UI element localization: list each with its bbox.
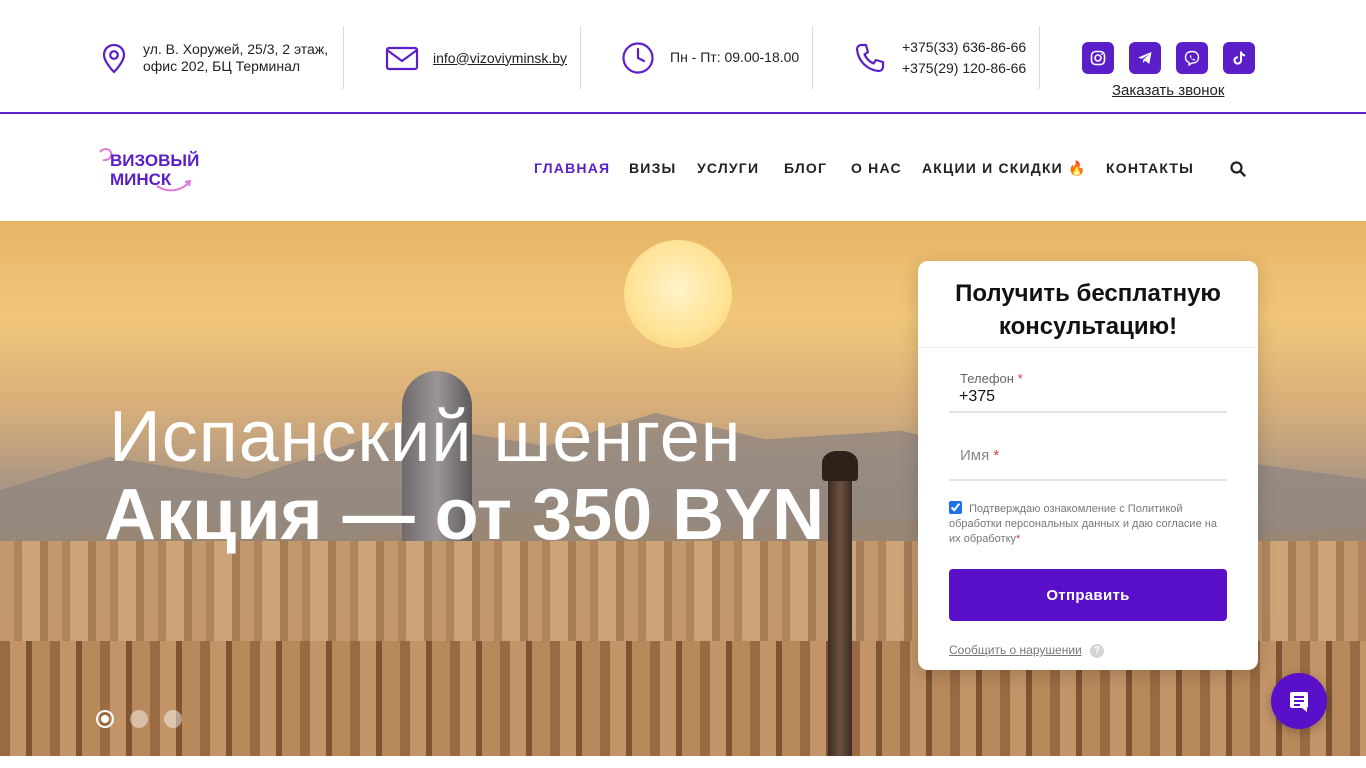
viber-button[interactable] <box>1176 42 1208 74</box>
divider <box>812 26 813 89</box>
name-label: Имя * <box>960 447 999 464</box>
consultation-form: Получить бесплатную консультацию! Телефо… <box>918 261 1258 670</box>
nav-item-visas[interactable]: ВИЗЫ <box>629 160 676 176</box>
hero-background-sun <box>624 240 732 348</box>
slider-dot-2[interactable] <box>130 710 148 728</box>
phone-label: Телефон * <box>960 371 1023 386</box>
email-link[interactable]: info@vizoviyminsk.by <box>433 50 567 66</box>
callback-link[interactable]: Заказать звонок <box>1112 82 1224 99</box>
phone-2-link[interactable]: +375(29) 120-86-66 <box>902 58 1026 79</box>
logo-line-1: ВИЗОВЫЙ <box>110 151 199 170</box>
divider <box>343 26 344 89</box>
logo-line-2: МИНСК <box>110 170 172 189</box>
divider <box>1039 26 1040 89</box>
hero-background-column <box>828 461 852 756</box>
name-field[interactable]: Имя * <box>949 433 1227 481</box>
form-title: Получить бесплатную консультацию! <box>955 280 1221 340</box>
phone-1-link[interactable]: +375(33) 636-86-66 <box>902 37 1026 58</box>
main-navbar: ВИЗОВЫЙ МИНСК ГЛАВНАЯ ВИЗЫ УСЛУГИ БЛОГ О… <box>0 116 1366 221</box>
form-divider <box>918 347 1258 348</box>
phones-block: +375(33) 636-86-66 +375(29) 120-86-66 <box>853 26 1026 89</box>
hero-background-statue <box>822 451 858 481</box>
viber-icon <box>1184 50 1200 66</box>
location-pin-icon <box>97 41 131 75</box>
hero-subtitle: Акция — от 350 BYN <box>104 475 825 555</box>
instagram-icon <box>1090 50 1106 66</box>
address-line-1: ул. В. Хоружей, 25/3, 2 этаж, <box>143 40 329 57</box>
social-links <box>1082 42 1255 74</box>
submit-button[interactable]: Отправить <box>949 569 1227 621</box>
phone-input-value[interactable]: +375 <box>959 388 995 406</box>
telegram-icon <box>1138 52 1152 64</box>
name-label-text: Имя <box>960 447 990 464</box>
required-mark: * <box>1016 533 1021 545</box>
telegram-button[interactable] <box>1129 42 1161 74</box>
chat-widget-button[interactable] <box>1271 673 1327 729</box>
envelope-icon <box>385 41 419 75</box>
nav-item-contacts[interactable]: КОНТАКТЫ <box>1106 160 1194 176</box>
phone-label-text: Телефон <box>960 371 1014 386</box>
clock-icon <box>621 41 655 75</box>
address-line-2: офис 202, БЦ Терминал <box>143 57 301 74</box>
required-mark: * <box>993 447 1000 464</box>
consent-block: Подтверждаю ознакомление с Политикой обр… <box>949 501 1231 547</box>
divider <box>580 26 581 89</box>
tiktok-icon <box>1233 51 1245 65</box>
consent-checkbox[interactable] <box>949 501 962 514</box>
hero-title: Испанский шенген <box>109 397 742 477</box>
slider-pagination <box>96 710 182 728</box>
phone-field[interactable]: Телефон * +375 <box>949 367 1227 413</box>
phone-icon <box>853 41 887 75</box>
email-block: info@vizoviyminsk.by <box>385 26 567 89</box>
tiktok-button[interactable] <box>1223 42 1255 74</box>
report-violation-link[interactable]: Сообщить о нарушении <box>949 643 1082 657</box>
logo-mark: ВИЗОВЫЙ МИНСК <box>99 148 199 192</box>
nav-item-promotions[interactable]: АКЦИИ И СКИДКИ 🔥 <box>922 160 1087 177</box>
site-logo[interactable]: ВИЗОВЫЙ МИНСК <box>97 144 209 194</box>
help-icon[interactable]: ? <box>1090 644 1104 658</box>
slider-dot-1[interactable] <box>96 710 114 728</box>
top-info-bar: ул. В. Хоружей, 25/3, 2 этаж, офис 202, … <box>0 0 1366 114</box>
address-text: ул. В. Хоружей, 25/3, 2 этаж, офис 202, … <box>143 41 328 75</box>
required-mark: * <box>1017 371 1023 386</box>
instagram-button[interactable] <box>1082 42 1114 74</box>
nav-item-services[interactable]: УСЛУГИ <box>697 160 759 176</box>
address-block: ул. В. Хоружей, 25/3, 2 этаж, офис 202, … <box>97 26 328 89</box>
chat-icon <box>1290 692 1308 712</box>
hours-block: Пн - Пт: 09.00-18.00 <box>621 26 799 89</box>
slider-dot-3[interactable] <box>164 710 182 728</box>
phones-text: +375(33) 636-86-66 +375(29) 120-86-66 <box>902 37 1026 79</box>
consent-text: Подтверждаю ознакомление с Политикой обр… <box>949 503 1217 545</box>
hours-text: Пн - Пт: 09.00-18.00 <box>670 49 800 65</box>
search-button[interactable] <box>1229 160 1247 178</box>
nav-item-about[interactable]: О НАС <box>851 160 902 176</box>
page-bottom-strip <box>0 756 1366 768</box>
search-icon <box>1230 161 1246 177</box>
nav-item-home[interactable]: ГЛАВНАЯ <box>534 160 610 176</box>
nav-item-blog[interactable]: БЛОГ <box>784 160 827 176</box>
